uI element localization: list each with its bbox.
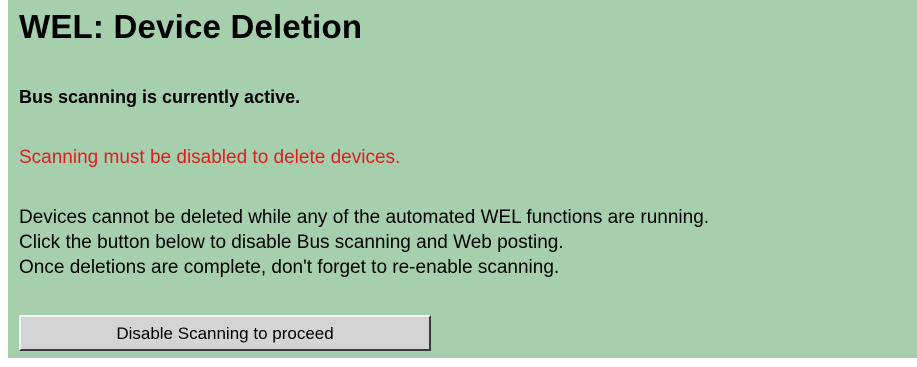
scanning-warning-message: Scanning must be disabled to delete devi…: [19, 147, 401, 168]
instruction-line: Once deletions are complete, don't forge…: [19, 257, 560, 278]
instructions-text: Devices cannot be deleted while any of t…: [19, 205, 709, 280]
device-deletion-panel: WEL: Device Deletion Bus scanning is cur…: [8, 0, 917, 358]
page-title: WEL: Device Deletion: [19, 8, 363, 45]
scanning-status-message: Bus scanning is currently active.: [19, 87, 301, 107]
disable-scanning-button[interactable]: Disable Scanning to proceed: [19, 315, 431, 351]
instruction-line: Click the button below to disable Bus sc…: [19, 232, 564, 253]
instruction-line: Devices cannot be deleted while any of t…: [19, 207, 710, 228]
